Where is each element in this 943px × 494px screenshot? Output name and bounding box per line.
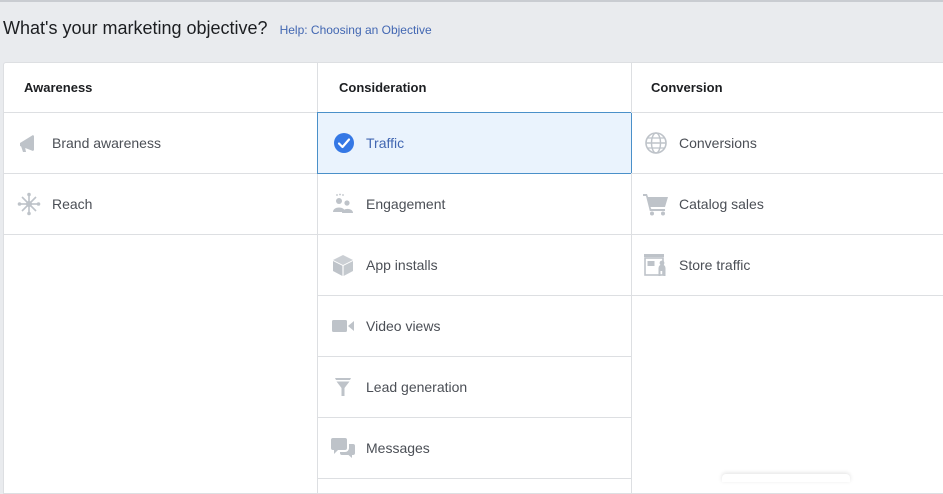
shopping-cart-icon <box>643 192 669 216</box>
conversion-column: Conversion Conversions Catalog sales Sto… <box>631 63 943 493</box>
page-title: What's your marketing objective? <box>3 18 268 38</box>
objective-catalog-sales[interactable]: Catalog sales <box>631 174 943 235</box>
help-link[interactable]: Help: Choosing an Objective <box>280 23 432 37</box>
objective-label: Brand awareness <box>52 135 161 151</box>
awareness-column: Awareness Brand awareness Reach <box>4 63 317 493</box>
conversion-header: Conversion <box>631 63 943 113</box>
floating-popup-edge <box>722 474 850 482</box>
objective-header: What's your marketing objective? Help: C… <box>3 18 432 44</box>
objective-reach[interactable]: Reach <box>4 174 317 235</box>
funnel-icon <box>330 375 356 399</box>
checkmark-circle-icon <box>331 131 357 155</box>
objective-label: Traffic <box>366 135 405 151</box>
reach-icon <box>16 192 42 216</box>
objective-messages[interactable]: Messages <box>318 418 631 479</box>
objective-label: Lead generation <box>366 379 468 395</box>
chat-bubbles-icon <box>330 436 356 460</box>
awareness-header: Awareness <box>4 63 317 113</box>
video-camera-icon <box>330 314 356 338</box>
objective-label: Conversions <box>679 135 757 151</box>
objective-brand-awareness[interactable]: Brand awareness <box>4 113 317 174</box>
objective-conversions[interactable]: Conversions <box>631 113 943 174</box>
objective-label: Video views <box>366 318 441 334</box>
objective-label: App installs <box>366 257 438 273</box>
megaphone-icon <box>16 131 42 155</box>
objective-store-traffic[interactable]: Store traffic <box>631 235 943 296</box>
box-icon <box>330 253 356 277</box>
objective-panel: Awareness Brand awareness Reach Consider… <box>3 62 943 494</box>
objective-app-installs[interactable]: App installs <box>318 235 631 296</box>
consideration-column: Consideration Traffic Engagement App ins… <box>317 63 632 493</box>
objective-lead-generation[interactable]: Lead generation <box>318 357 631 418</box>
objective-traffic[interactable]: Traffic <box>317 112 632 174</box>
objective-engagement[interactable]: Engagement <box>318 174 631 235</box>
objective-video-views[interactable]: Video views <box>318 296 631 357</box>
objective-label: Store traffic <box>679 257 751 273</box>
globe-icon <box>643 131 669 155</box>
objective-label: Catalog sales <box>679 196 764 212</box>
top-divider <box>0 0 943 2</box>
objective-label: Reach <box>52 196 93 212</box>
objective-label: Messages <box>366 440 430 456</box>
store-icon <box>643 253 669 277</box>
objective-label: Engagement <box>366 196 446 212</box>
people-icon <box>330 192 356 216</box>
consideration-header: Consideration <box>318 63 631 113</box>
